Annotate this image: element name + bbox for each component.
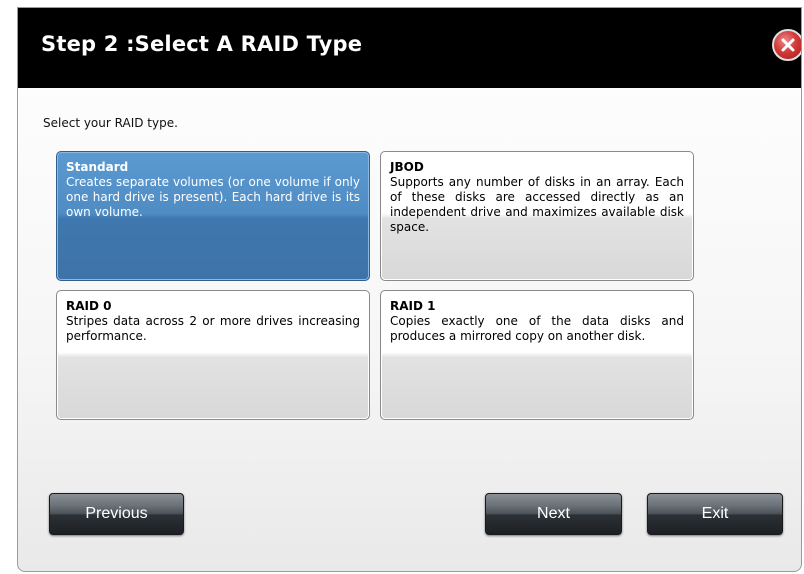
option-description: Supports any number of disks in an array… (390, 175, 684, 234)
option-description: Copies exactly one of the data disks and… (390, 314, 684, 343)
dialog-title: Step 2 :Select A RAID Type (41, 32, 363, 56)
option-title: RAID 1 (390, 299, 436, 313)
instruction-text: Select your RAID type. (43, 116, 178, 130)
exit-button[interactable]: Exit (647, 493, 783, 535)
close-button[interactable] (772, 29, 801, 61)
raid-option-raid0[interactable]: RAID 0 Stripes data across 2 or more dri… (56, 290, 370, 420)
raid-option-raid1[interactable]: RAID 1 Copies exactly one of the data di… (380, 290, 694, 420)
raid-wizard-dialog: Step 2 :Select A RAID Type Select your R… (17, 7, 802, 572)
option-title: RAID 0 (66, 299, 112, 313)
option-description: Stripes data across 2 or more drives inc… (66, 314, 360, 343)
previous-button[interactable]: Previous (49, 493, 184, 535)
close-icon (781, 38, 795, 52)
raid-option-standard[interactable]: Standard Creates separate volumes (or on… (56, 151, 370, 281)
option-title: Standard (66, 160, 129, 174)
option-title: JBOD (390, 160, 424, 174)
option-description: Creates separate volumes (or one volume … (66, 175, 360, 219)
raid-option-jbod[interactable]: JBOD Supports any number of disks in an … (380, 151, 694, 281)
next-button[interactable]: Next (485, 493, 622, 535)
dialog-titlebar: Step 2 :Select A RAID Type (18, 8, 801, 88)
